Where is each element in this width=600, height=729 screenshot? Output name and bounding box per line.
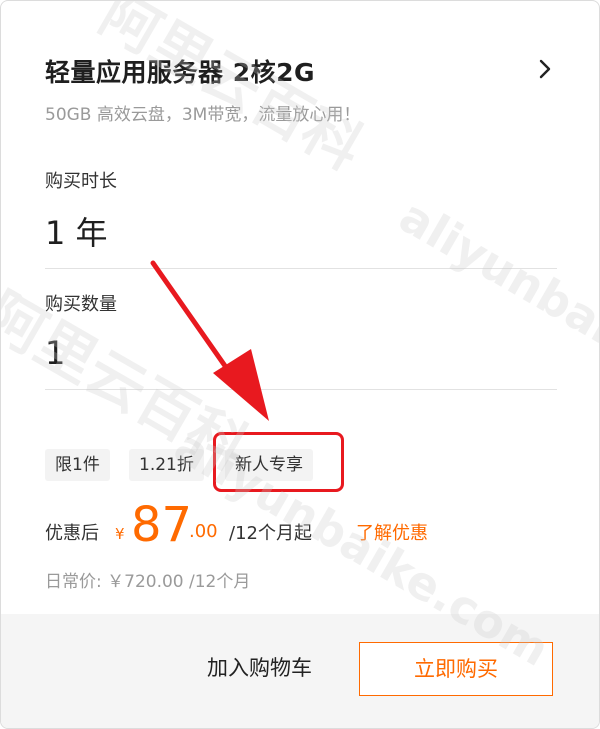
watermark-en-text: aliyunbaike.com [391,189,600,447]
price-decimal: .00 [189,521,218,542]
add-to-cart-button[interactable]: 加入购物车 [207,652,312,682]
price-row: 优惠后 ¥ 87 .00 /12个月起 了解优惠 [45,497,565,557]
tag-discount: 1.21折 [129,449,204,481]
chevron-right-icon[interactable] [533,57,557,81]
currency-symbol: ¥ [115,525,125,543]
product-subtitle: 50GB 高效云盘，3M带宽，流量放心用！ [45,105,361,125]
product-title: 轻量应用服务器 2核2G [45,58,316,87]
divider [45,268,557,269]
tag-limit: 限1件 [45,449,110,481]
quantity-label: 购买数量 [45,294,117,315]
product-header[interactable]: 轻量应用服务器 2核2G [45,53,565,89]
product-card: 轻量应用服务器 2核2G 50GB 高效云盘，3M带宽，流量放心用！ 购买时长 … [0,0,600,729]
learn-discount-link[interactable]: 了解优惠 [356,519,428,545]
daily-price: 日常价: ￥720.00 /12个月 [45,572,251,592]
price-period: /12个月起 [229,523,312,544]
watermark-cn-text: 阿里云百科 [89,1,374,183]
duration-value[interactable]: 1 年 [45,208,108,254]
duration-label: 购买时长 [45,171,117,192]
quantity-value[interactable]: 1 [45,334,65,372]
divider [45,389,557,390]
annotation-highlight-box [213,432,344,492]
buy-now-button[interactable]: 立即购买 [359,642,553,696]
price-integer: 87 [131,497,193,553]
price-after-label: 优惠后 [45,523,99,544]
